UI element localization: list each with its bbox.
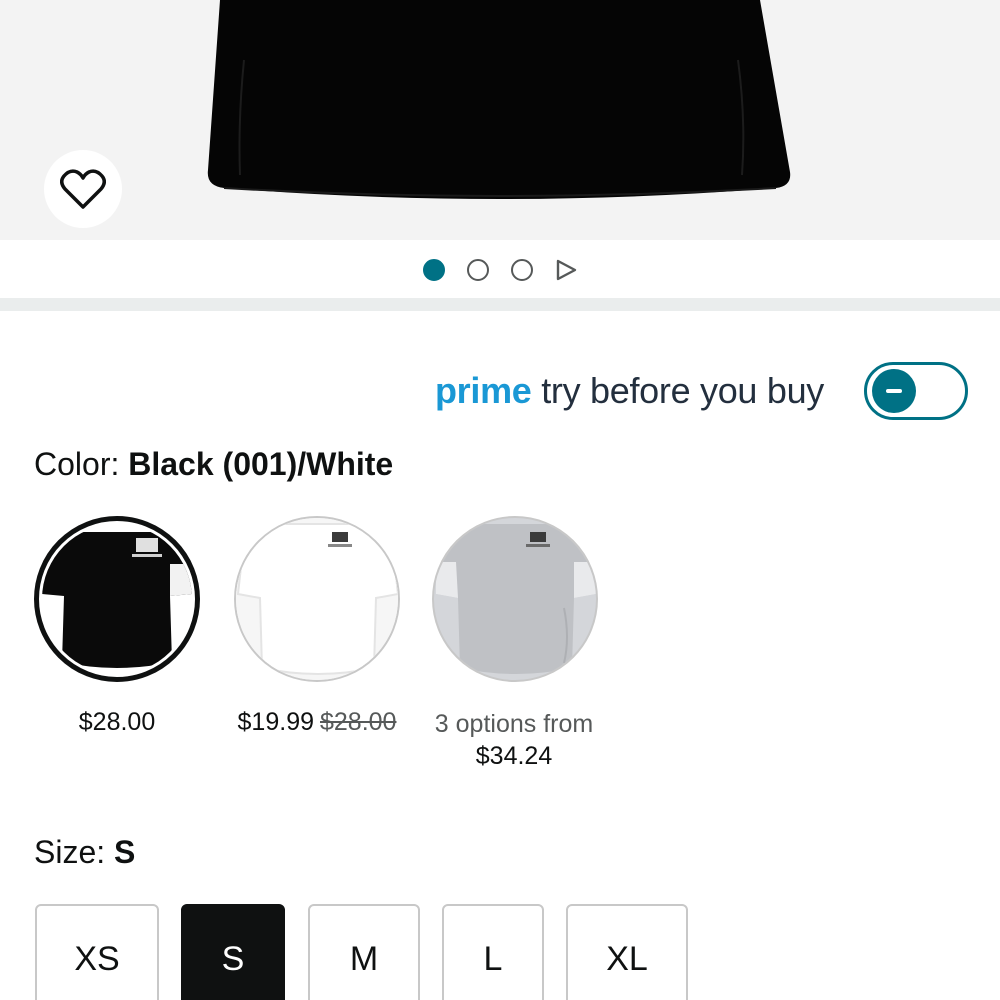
swatch-image-gray xyxy=(434,518,596,680)
size-option-xs[interactable]: XS xyxy=(35,904,159,1000)
swatch-price-black: $28.00 xyxy=(78,708,156,736)
carousel-dot-1[interactable] xyxy=(423,259,445,281)
sale-price: $19.99 xyxy=(237,708,314,736)
selected-size: S xyxy=(114,834,136,870)
prime-brand: prime xyxy=(434,370,532,411)
color-swatch-white[interactable] xyxy=(234,516,400,682)
toggle-knob xyxy=(872,369,916,413)
minus-icon xyxy=(886,389,902,393)
color-swatch-black[interactable] xyxy=(34,516,200,682)
play-triangle-icon[interactable] xyxy=(555,259,577,281)
swatch-image-black xyxy=(42,524,192,674)
color-label-text: Color: xyxy=(34,446,120,482)
size-label-text: Size: xyxy=(34,834,106,870)
image-carousel-indicators xyxy=(0,240,1000,300)
prime-try-before-you-buy: prime try before you buy xyxy=(0,360,1000,430)
swatch-price-white: $19.99 $28.00 xyxy=(210,708,424,737)
product-shirt-image xyxy=(207,0,791,199)
swatch-image-white xyxy=(236,518,398,680)
size-option-s[interactable]: S xyxy=(181,904,285,1000)
size-label: Size: S xyxy=(34,834,135,871)
color-label: Color: Black (001)/White xyxy=(34,446,393,483)
product-image[interactable] xyxy=(0,0,1000,240)
prime-try-text: try before you buy xyxy=(541,370,824,411)
section-divider xyxy=(0,298,1000,311)
selected-color: Black (001)/White xyxy=(128,446,394,482)
list-price: $28.00 xyxy=(320,708,397,736)
swatch-price-gray: 3 options from $34.24 xyxy=(414,708,614,772)
size-option-xl[interactable]: XL xyxy=(566,904,688,1000)
wishlist-button[interactable] xyxy=(44,150,122,228)
from-price: $34.24 xyxy=(475,742,553,770)
heart-outline-icon xyxy=(60,169,106,209)
size-option-m[interactable]: M xyxy=(308,904,420,1000)
carousel-dot-2[interactable] xyxy=(467,259,489,281)
carousel-dot-3[interactable] xyxy=(511,259,533,281)
color-swatch-gray[interactable] xyxy=(432,516,598,682)
prime-toggle[interactable] xyxy=(864,362,968,420)
size-option-l[interactable]: L xyxy=(442,904,544,1000)
options-text: 3 options from xyxy=(434,710,594,738)
prime-label: prime try before you buy xyxy=(435,370,824,412)
